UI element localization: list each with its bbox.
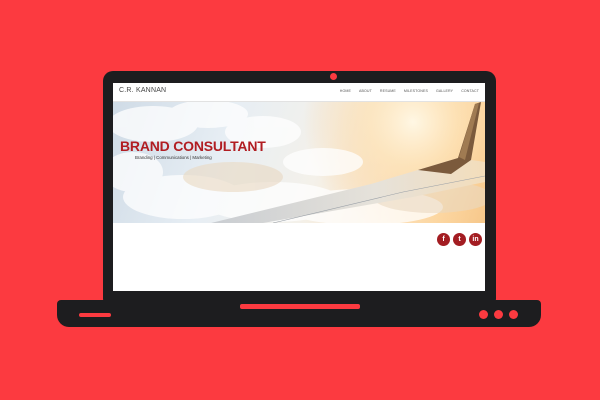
hero-subtitle: Branding | Communications | Marketing [135, 155, 212, 160]
site-navbar: C.R. KANNAN HOME ABOUT RESUME MILESTONES… [113, 83, 485, 102]
nav-item-milestones[interactable]: MILESTONES [404, 89, 428, 93]
camera-icon [330, 73, 337, 80]
laptop-slot [79, 313, 111, 317]
nav-menu: HOME ABOUT RESUME MILESTONES GALLERY CON… [340, 89, 479, 93]
site-logo[interactable]: C.R. KANNAN [119, 87, 166, 94]
nav-item-contact[interactable]: CONTACT [461, 89, 479, 93]
hero-sky-image [113, 102, 485, 223]
laptop-hinge-notch [240, 304, 360, 309]
laptop-screen: C.R. KANNAN HOME ABOUT RESUME MILESTONES… [113, 83, 485, 291]
power-led-icon [494, 310, 503, 319]
twitter-icon[interactable]: t [453, 233, 466, 246]
laptop-base [57, 300, 541, 327]
linkedin-icon[interactable]: in [469, 233, 482, 246]
power-led-icon [479, 310, 488, 319]
nav-item-home[interactable]: HOME [340, 89, 351, 93]
nav-item-gallery[interactable]: GALLERY [436, 89, 453, 93]
hero-banner: BRAND CONSULTANT Branding | Communicatio… [113, 102, 485, 223]
power-led-icon [509, 310, 518, 319]
nav-item-about[interactable]: ABOUT [359, 89, 372, 93]
nav-item-resume[interactable]: RESUME [380, 89, 396, 93]
facebook-icon[interactable]: f [437, 233, 450, 246]
hero-title: BRAND CONSULTANT [120, 138, 266, 154]
laptop-lid: C.R. KANNAN HOME ABOUT RESUME MILESTONES… [103, 71, 496, 302]
social-links: f t in [437, 233, 482, 246]
